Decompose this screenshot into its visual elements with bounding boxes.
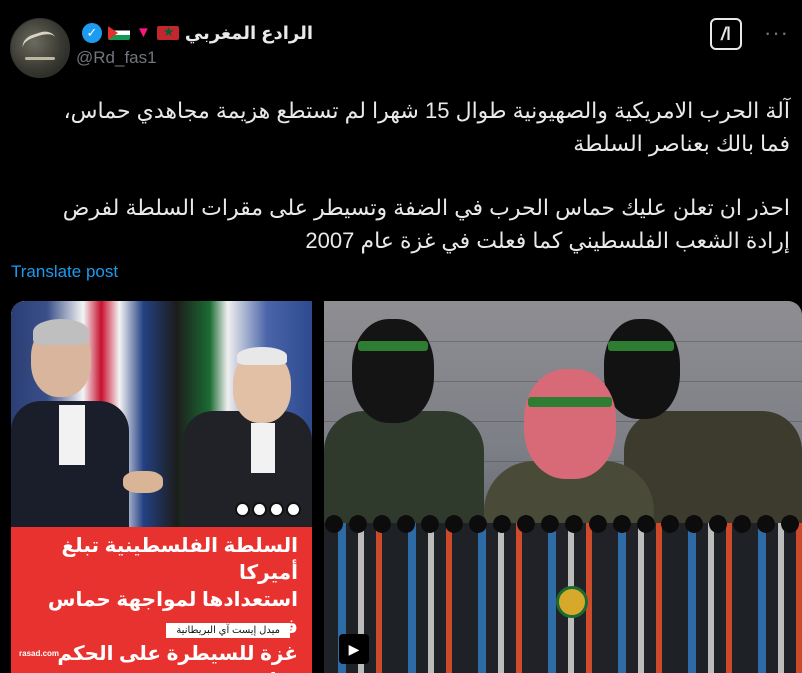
palestine-flag-icon <box>107 26 130 40</box>
media-image-left[interactable]: السلطة الفلسطينية تبلغ أميركا استعدادها … <box>11 301 312 673</box>
play-button[interactable]: ▶ <box>339 634 369 664</box>
grok-button[interactable]: /ǀ <box>710 18 742 50</box>
masked-figure-right-head <box>604 319 680 419</box>
translate-post-link[interactable]: Translate post <box>11 262 118 282</box>
masked-figure-left-head <box>352 319 434 423</box>
person-right-hair <box>237 347 287 365</box>
verified-badge-icon[interactable]: ✓ <box>81 23 102 43</box>
headband <box>528 397 612 407</box>
more-options-button[interactable]: ··· <box>764 22 789 44</box>
caption-line: غزة للسيطرة على الحكم بها <box>57 643 298 673</box>
person-left-hair <box>33 319 89 345</box>
post-text-line: آلة الحرب الامريكية والصهيونية طوال 15 ش… <box>63 98 790 123</box>
post-text-line: احذر ان تعلن عليك حماس الحرب في الضفة وت… <box>62 195 790 220</box>
headband <box>608 341 674 351</box>
caption-line: السلطة الفلسطينية تبلغ أميركا <box>61 535 298 584</box>
avatar[interactable] <box>10 18 70 78</box>
handshake-photo <box>11 301 312 527</box>
author-handle[interactable]: @Rd_fas1 <box>76 48 157 68</box>
person-right-shirt <box>251 423 275 473</box>
heart-icon: ▼ <box>135 24 151 41</box>
play-icon: ▶ <box>348 640 360 657</box>
site-label: rasad.com <box>19 649 60 658</box>
source-badge: ميدل إيست آي البريطانية <box>166 623 290 638</box>
dome-icon <box>556 586 588 618</box>
person-left-shirt <box>59 405 85 465</box>
caption-panel: السلطة الفلسطينية تبلغ أميركا استعدادها … <box>11 527 312 673</box>
author-name-row: ✓ ▼ الرادع المغربي <box>81 20 313 46</box>
post-text: آلة الحرب الامريكية والصهيونية طوال 15 ش… <box>10 94 790 257</box>
channel-watermark <box>542 579 602 625</box>
publisher-logo-icon <box>235 502 301 517</box>
post-text-line: إرادة الشعب الفلسطيني كما فعلت في غزة عا… <box>305 228 790 253</box>
avatar-logo-underline <box>25 57 55 60</box>
headband <box>358 341 428 351</box>
handshake <box>123 471 163 493</box>
author-name[interactable]: الرادع المغربي <box>185 23 313 44</box>
microphone-heads <box>324 515 802 533</box>
image-caption: السلطة الفلسطينية تبلغ أميركا استعدادها … <box>28 533 298 673</box>
grok-icon: /ǀ <box>720 23 732 44</box>
morocco-flag-icon <box>156 26 179 40</box>
masked-figure-center-head <box>524 369 616 479</box>
post-text-line: فما بالك بعناصر السلطة <box>573 131 790 156</box>
media-video-right[interactable]: ▶ <box>324 301 802 673</box>
